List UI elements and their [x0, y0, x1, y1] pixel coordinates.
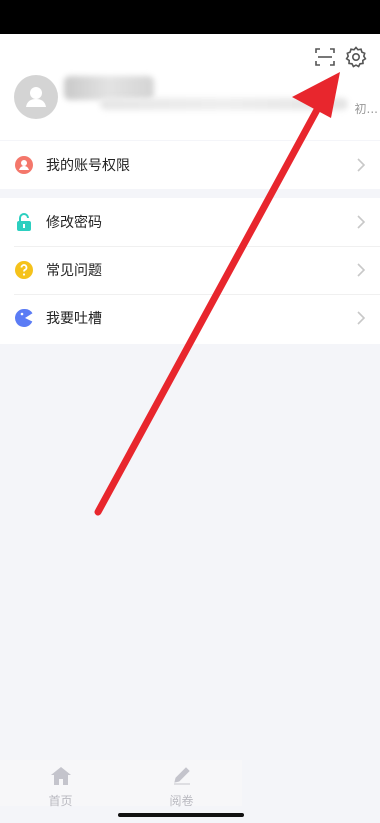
home-indicator	[118, 813, 244, 817]
tab-label: 首页	[48, 794, 73, 808]
tab-bar: 首页 阅卷	[0, 760, 242, 808]
lock-icon	[14, 212, 34, 232]
menu-item-change-password[interactable]: 修改密码	[0, 198, 380, 246]
profile-trailing-text: 初...	[354, 102, 378, 116]
tab-home[interactable]: 首页	[0, 760, 121, 808]
home-icon	[50, 766, 72, 790]
username-redacted	[64, 76, 154, 100]
tab-label: 阅卷	[169, 794, 194, 808]
menu-item-label: 我的账号权限	[46, 158, 130, 174]
chat-icon	[14, 308, 34, 328]
avatar[interactable]	[14, 75, 58, 119]
menu-item-faq[interactable]: 常见问题	[0, 246, 380, 294]
menu-item-feedback[interactable]: 我要吐槽	[0, 294, 380, 342]
scan-icon[interactable]	[314, 46, 336, 68]
question-icon	[14, 260, 34, 280]
menu-item-label: 修改密码	[46, 215, 102, 231]
account-detail-redacted	[100, 98, 348, 110]
chevron-right-icon	[356, 310, 366, 326]
chevron-right-icon	[356, 157, 366, 173]
pencil-icon	[171, 766, 193, 790]
person-icon	[26, 87, 46, 107]
menu-group-support: 修改密码 常见问题 我要吐槽	[0, 198, 380, 344]
status-bar	[0, 0, 380, 34]
tab-marking[interactable]: 阅卷	[121, 760, 242, 808]
chevron-right-icon	[356, 214, 366, 230]
menu-item-label: 常见问题	[46, 263, 102, 279]
chevron-right-icon	[356, 262, 366, 278]
gear-icon[interactable]	[344, 45, 368, 69]
menu-item-label: 我要吐槽	[46, 311, 102, 327]
user-icon	[14, 155, 34, 175]
menu-item-account-permissions[interactable]: 我的账号权限	[0, 141, 380, 189]
menu-group-account: 我的账号权限	[0, 141, 380, 189]
profile-header: 初...	[0, 34, 380, 140]
